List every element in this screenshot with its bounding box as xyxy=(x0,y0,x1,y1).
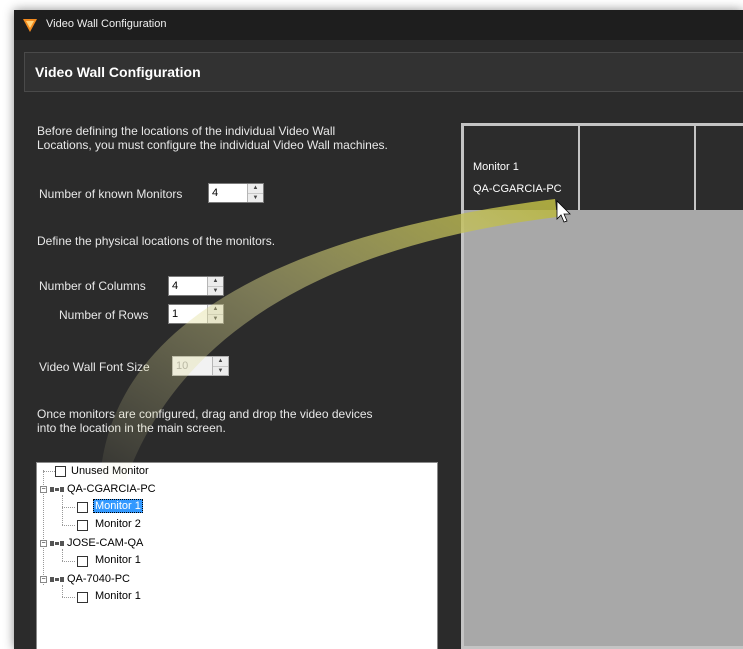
tree-item-monitor[interactable]: Monitor 1 xyxy=(93,499,143,514)
rows-value[interactable]: 1 xyxy=(172,308,178,320)
machine-icon xyxy=(50,541,64,546)
monitor-tree[interactable]: Unused Monitor − QA-CGARCIA-PC Monitor 1… xyxy=(36,462,438,649)
columns-spinner[interactable]: 4 ▲ ▼ xyxy=(168,276,224,296)
wall-cell-monitor: Monitor 1 xyxy=(473,161,519,173)
font-size-label: Video Wall Font Size xyxy=(39,360,150,374)
wall-cell-1[interactable]: Monitor 1 QA-CGARCIA-PC xyxy=(464,126,580,210)
collapse-icon[interactable]: − xyxy=(40,576,47,583)
page-title: Video Wall Configuration xyxy=(35,64,201,80)
spin-up-icon[interactable]: ▲ xyxy=(208,277,223,286)
unused-monitor-checkbox[interactable] xyxy=(55,466,66,477)
section-header: Video Wall Configuration xyxy=(24,52,743,92)
drag-instructions-line-1: Once monitors are configured, drag and d… xyxy=(37,407,373,421)
drag-instructions-line-2: into the location in the main screen. xyxy=(37,421,226,435)
columns-stepper[interactable]: ▲ ▼ xyxy=(207,277,223,295)
known-monitors-stepper[interactable]: ▲ ▼ xyxy=(247,184,263,202)
known-monitors-label: Number of known Monitors xyxy=(39,187,183,201)
rows-stepper[interactable]: ▲ ▼ xyxy=(207,305,223,323)
tree-connector xyxy=(43,471,55,472)
spin-up-icon[interactable]: ▲ xyxy=(208,305,223,314)
rows-spinner[interactable]: 1 ▲ ▼ xyxy=(168,304,224,324)
spin-up-icon: ▲ xyxy=(217,358,224,364)
monitor-checkbox[interactable] xyxy=(77,502,88,513)
intro-text-line-1: Before defining the locations of the ind… xyxy=(37,124,336,138)
selected-monitor-label[interactable]: Monitor 1 xyxy=(93,499,143,513)
columns-label: Number of Columns xyxy=(39,279,146,293)
tree-item-monitor[interactable]: Monitor 2 xyxy=(95,517,141,532)
spin-down-icon[interactable]: ▼ xyxy=(208,314,223,323)
collapse-icon[interactable]: − xyxy=(40,486,47,493)
spin-up-icon[interactable]: ▲ xyxy=(248,184,263,193)
tree-connector xyxy=(62,495,63,525)
machine-icon xyxy=(50,577,64,582)
tree-connector xyxy=(62,549,63,561)
tree-item-machine[interactable]: QA-7040-PC xyxy=(67,572,130,587)
tree-connector xyxy=(62,525,75,526)
wall-cell-machine: QA-CGARCIA-PC xyxy=(473,183,562,195)
machine-icon xyxy=(50,487,64,492)
wall-cell-2[interactable] xyxy=(580,126,696,210)
intro-text-line-2: Locations, you must configure the indivi… xyxy=(37,138,388,152)
tree-item-machine[interactable]: JOSE-CAM-QA xyxy=(67,536,143,551)
columns-value[interactable]: 4 xyxy=(172,280,178,292)
monitor-checkbox[interactable] xyxy=(77,592,88,603)
video-wall-grid[interactable]: Monitor 1 QA-CGARCIA-PC xyxy=(461,123,743,649)
app-logo-icon xyxy=(23,19,37,32)
tree-connector xyxy=(62,561,75,562)
title-bar: Video Wall Configuration xyxy=(14,10,743,40)
tree-item-unused-monitor[interactable]: Unused Monitor xyxy=(71,464,149,479)
tree-connector xyxy=(62,597,75,598)
spin-down-icon: ▼ xyxy=(213,366,228,375)
spin-down-icon[interactable]: ▼ xyxy=(208,286,223,295)
monitor-checkbox[interactable] xyxy=(77,520,88,531)
rows-label: Number of Rows xyxy=(59,308,149,322)
font-size-stepper: ▲ ▼ xyxy=(212,357,228,375)
spin-down-icon[interactable]: ▼ xyxy=(248,193,263,202)
tree-connector xyxy=(62,585,63,597)
font-size-value: 10 xyxy=(176,360,189,372)
tree-item-monitor[interactable]: Monitor 1 xyxy=(95,553,141,568)
app-window: Video Wall Configuration Video Wall Conf… xyxy=(14,10,743,649)
wall-cell-3[interactable] xyxy=(696,126,743,210)
known-monitors-value[interactable]: 4 xyxy=(212,187,218,199)
font-size-spinner: 10 ▲ ▼ xyxy=(172,356,229,376)
tree-item-machine[interactable]: QA-CGARCIA-PC xyxy=(67,482,156,497)
known-monitors-spinner[interactable]: 4 ▲ ▼ xyxy=(208,183,264,203)
monitor-checkbox[interactable] xyxy=(77,556,88,567)
window-title: Video Wall Configuration xyxy=(46,18,167,30)
tree-connector xyxy=(62,507,75,508)
physical-locations-label: Define the physical locations of the mon… xyxy=(37,234,276,248)
collapse-icon[interactable]: − xyxy=(40,540,47,547)
tree-item-monitor[interactable]: Monitor 1 xyxy=(95,589,141,604)
